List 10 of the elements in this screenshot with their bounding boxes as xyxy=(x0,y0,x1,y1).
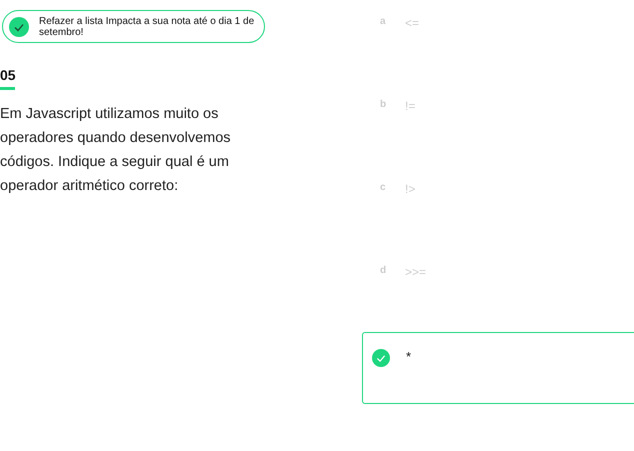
option-text: <= xyxy=(405,16,420,30)
check-icon xyxy=(372,349,390,367)
question-text: Em Javascript utilizamos muito os operadores quando desenvolvemos códigos. Indique a seguir qual é um operador aritmético correto: xyxy=(0,105,232,196)
option-text: !> xyxy=(405,182,416,196)
answer-option[interactable]: * xyxy=(362,332,634,404)
option-text: >>= xyxy=(405,265,426,279)
question-number: 05 xyxy=(0,67,17,83)
notice-text: Refazer a lista Impacta a sua nota até o dia 1 de setembro! xyxy=(39,16,256,38)
option-text: * xyxy=(406,349,412,364)
option-text: != xyxy=(405,99,416,113)
